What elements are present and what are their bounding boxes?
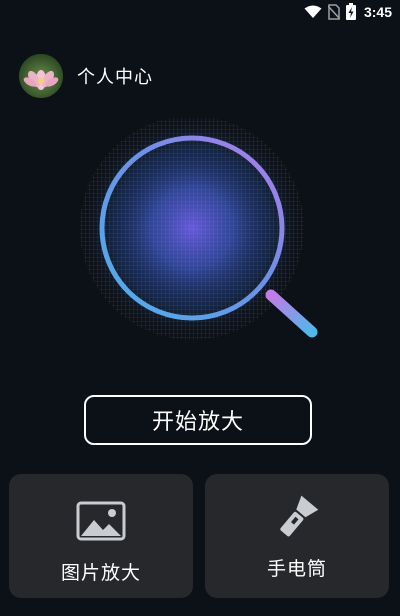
page-title[interactable]: 个人中心	[77, 63, 153, 89]
lotus-flower-avatar[interactable]	[19, 54, 63, 98]
no-sim-icon	[327, 3, 340, 20]
status-time: 3:45	[363, 3, 392, 20]
battery-charging-icon	[345, 3, 356, 20]
header[interactable]: 个人中心	[19, 54, 153, 98]
app-screen: 3:45 个人中心 开始放大 图片放大 手电筒	[0, 0, 400, 616]
magnifier-graphic	[80, 118, 318, 340]
image-icon	[76, 501, 126, 541]
start-zoom-button[interactable]: 开始放大	[84, 395, 312, 445]
image-zoom-label: 图片放大	[60, 562, 141, 584]
flashlight-icon	[280, 495, 319, 537]
status-icons: 3:45	[304, 3, 392, 20]
image-zoom-card[interactable]: 图片放大	[9, 474, 193, 598]
status-bar: 3:45	[0, 0, 400, 24]
wifi-icon	[304, 5, 322, 18]
flashlight-card[interactable]: 手电筒	[205, 474, 389, 598]
flashlight-label: 手电筒	[266, 558, 327, 580]
